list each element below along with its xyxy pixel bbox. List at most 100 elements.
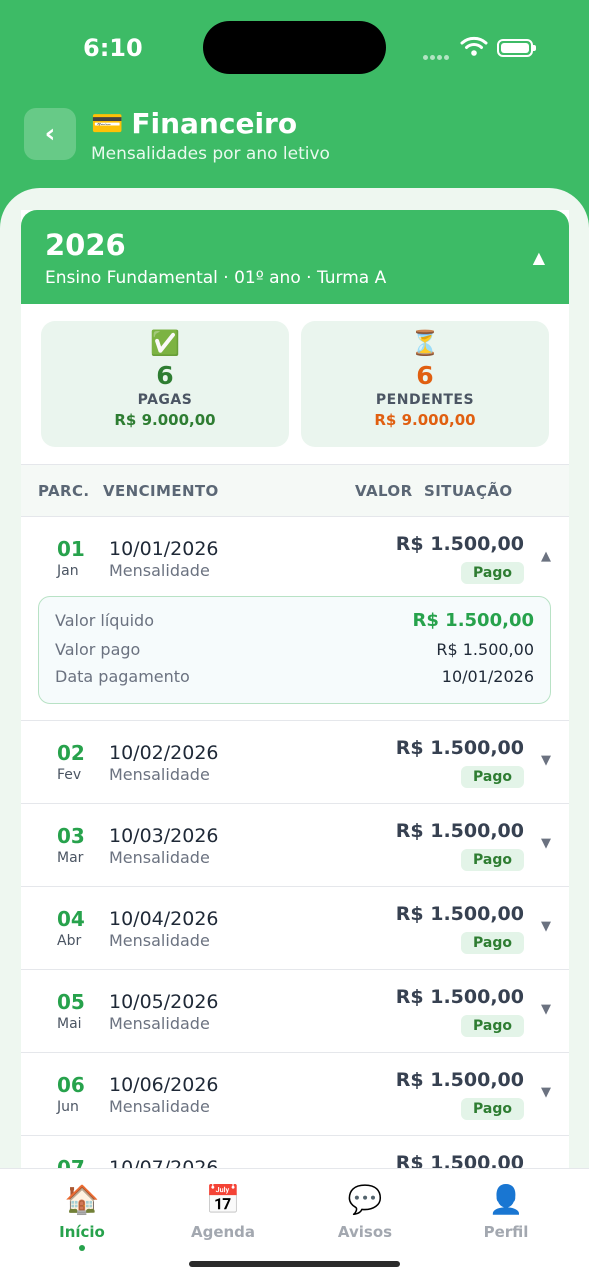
pending-label: PENDENTES: [375, 392, 475, 408]
chevron-down-icon[interactable]: ▼: [541, 836, 551, 851]
back-button[interactable]: ‹: [24, 108, 76, 160]
amount: R$ 1.500,00: [395, 903, 524, 925]
paid-summary: ✅ 6 PAGAS R$ 9.000,00: [41, 321, 289, 447]
due-date: 10/04/2026: [109, 908, 219, 930]
charge-type: Mensalidade: [109, 848, 210, 867]
table-row[interactable]: 05 Mai 10/05/2026 Mensalidade R$ 1.500,0…: [21, 970, 569, 1053]
col-valor: VALOR: [355, 482, 413, 500]
chevron-up-icon[interactable]: ▲: [541, 549, 551, 564]
installment-month: Jan: [57, 563, 79, 579]
tab-inicio[interactable]: 🏠 Início: [27, 1183, 137, 1251]
payment-date: 10/01/2026: [441, 667, 534, 686]
paid-value-label: Valor pago: [55, 640, 141, 659]
status-time: 6:10: [83, 34, 143, 62]
payment-detail: Valor líquido R$ 1.500,00 Valor pago R$ …: [38, 596, 551, 704]
status-badge: Pago: [461, 1015, 524, 1037]
net-value: R$ 1.500,00: [412, 610, 534, 631]
installment-month: Fev: [57, 767, 82, 783]
tab-avisos[interactable]: 💬 Avisos: [310, 1183, 420, 1241]
status-badge: Pago: [461, 562, 524, 584]
charge-type: Mensalidade: [109, 765, 210, 784]
status-badge: Pago: [461, 766, 524, 788]
due-date: 10/01/2026: [109, 538, 219, 560]
tab-label: Agenda: [190, 1223, 256, 1241]
calendar-icon: 📅: [205, 1183, 241, 1216]
tab-label: Perfil: [483, 1223, 529, 1241]
installment-month: Mar: [57, 850, 84, 866]
charge-type: Mensalidade: [109, 1014, 210, 1033]
installment-number: 02: [57, 741, 85, 765]
tab-label: Início: [59, 1223, 105, 1241]
amount: R$ 1.500,00: [395, 737, 524, 759]
table-row[interactable]: 04 Abr 10/04/2026 Mensalidade R$ 1.500,0…: [21, 887, 569, 970]
pending-summary: ⏳ 6 PENDENTES R$ 9.000,00: [301, 321, 549, 447]
installment-number: 06: [57, 1073, 85, 1097]
year-title: 2026: [45, 228, 126, 262]
credit-card-icon: 💳: [91, 108, 124, 139]
table-row[interactable]: 07 10/07/2026 R$ 1.500,00: [21, 1136, 569, 1170]
installment-month: Mai: [57, 1016, 82, 1032]
table-header: PARC. VENCIMENTO VALOR SITUAÇÃO: [21, 465, 569, 517]
charge-type: Mensalidade: [109, 931, 210, 950]
chevron-down-icon[interactable]: ▼: [541, 919, 551, 934]
col-parc: PARC.: [38, 482, 90, 500]
charge-type: Mensalidade: [109, 1097, 210, 1116]
installment-number: 04: [57, 907, 85, 931]
installment-number: 01: [57, 537, 85, 561]
col-vencimento: VENCIMENTO: [103, 482, 219, 500]
table-row[interactable]: 06 Jun 10/06/2026 Mensalidade R$ 1.500,0…: [21, 1053, 569, 1136]
year-subtitle: Ensino Fundamental · 01º ano · Turma A: [45, 268, 387, 288]
tab-perfil[interactable]: 👤 Perfil: [451, 1183, 561, 1241]
status-badge: Pago: [461, 849, 524, 871]
pending-amount: R$ 9.000,00: [374, 411, 476, 429]
installment-month: Abr: [57, 933, 82, 949]
table-row[interactable]: 02 Fev 10/02/2026 Mensalidade R$ 1.500,0…: [21, 721, 569, 804]
year-card: 2026 Ensino Fundamental · 01º ano · Turm…: [21, 210, 569, 1170]
status-badge: Pago: [461, 932, 524, 954]
status-badge: Pago: [461, 1098, 524, 1120]
paid-count: 6: [156, 361, 174, 390]
wifi-icon: [460, 36, 488, 56]
active-indicator: [79, 1245, 85, 1251]
house-icon: 🏠: [64, 1183, 100, 1216]
amount: R$ 1.500,00: [395, 986, 524, 1008]
check-icon: ✅: [150, 329, 180, 357]
page-subtitle: Mensalidades por ano letivo: [91, 144, 330, 164]
table-row[interactable]: 01 Jan 10/01/2026 Mensalidade R$ 1.500,0…: [21, 517, 569, 721]
table-row[interactable]: 03 Mar 10/03/2026 Mensalidade R$ 1.500,0…: [21, 804, 569, 887]
paid-label: PAGAS: [137, 392, 193, 408]
page-title-text: Financeiro: [131, 107, 298, 140]
hourglass-icon: ⏳: [410, 329, 440, 357]
signal-icon: [423, 45, 453, 60]
due-date: 10/06/2026: [109, 1074, 219, 1096]
tab-label: Avisos: [337, 1223, 393, 1241]
chevron-down-icon[interactable]: ▼: [541, 1002, 551, 1017]
installment-number: 03: [57, 824, 85, 848]
paid-amount: R$ 9.000,00: [114, 411, 216, 429]
home-indicator: [189, 1261, 400, 1267]
amount: R$ 1.500,00: [395, 533, 524, 555]
chevron-down-icon[interactable]: ▼: [541, 1085, 551, 1100]
installment-month: Jun: [57, 1099, 79, 1115]
chevron-down-icon[interactable]: ▼: [541, 753, 551, 768]
net-value-label: Valor líquido: [55, 611, 154, 630]
year-header[interactable]: 2026 Ensino Fundamental · 01º ano · Turm…: [21, 210, 569, 304]
collapse-icon: ▲: [532, 248, 545, 267]
installment-number: 05: [57, 990, 85, 1014]
pending-count: 6: [416, 361, 434, 390]
page-title: 💳 Financeiro: [91, 107, 297, 140]
due-date: 10/03/2026: [109, 825, 219, 847]
amount: R$ 1.500,00: [395, 820, 524, 842]
battery-icon: [497, 39, 536, 57]
dynamic-island: [203, 21, 386, 74]
tab-agenda[interactable]: 📅 Agenda: [168, 1183, 278, 1241]
paid-value: R$ 1.500,00: [436, 640, 534, 659]
chevron-left-icon: ‹: [44, 119, 56, 149]
due-date: 10/02/2026: [109, 742, 219, 764]
speech-bubble-icon: 💬: [347, 1183, 383, 1216]
charge-type: Mensalidade: [109, 561, 210, 580]
due-date: 10/05/2026: [109, 991, 219, 1013]
payment-date-label: Data pagamento: [55, 667, 190, 686]
amount: R$ 1.500,00: [395, 1069, 524, 1091]
user-icon: 👤: [488, 1183, 524, 1216]
